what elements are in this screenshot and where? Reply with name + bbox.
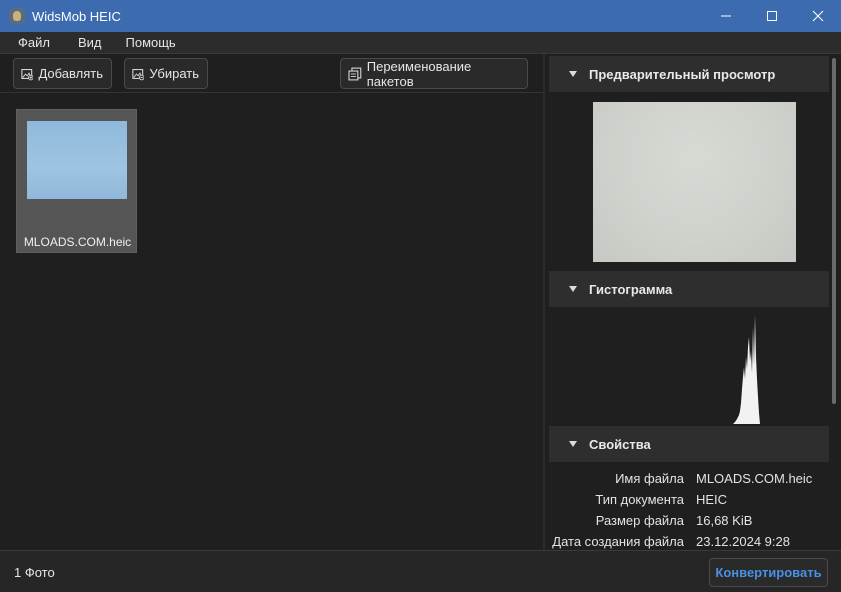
photo-count: 1 Фото xyxy=(14,565,55,580)
preview-image xyxy=(593,102,796,262)
inspector-pane: Предварительный просмотр Гистограмма Сво… xyxy=(545,54,841,550)
add-image-icon xyxy=(21,68,34,80)
property-value: HEIC xyxy=(696,492,728,507)
status-bar: 1 Фото Конвертировать xyxy=(0,550,841,592)
maximize-button[interactable] xyxy=(749,0,795,32)
menu-view[interactable]: Вид xyxy=(66,35,114,50)
thumbnail-image xyxy=(27,121,127,199)
properties-section-title: Свойства xyxy=(589,436,651,452)
app-logo-icon xyxy=(9,8,25,24)
property-key: Размер файла xyxy=(595,513,684,528)
property-value: MLOADS.COM.heic xyxy=(696,471,813,486)
thumbnail-filename: MLOADS.COM.heic xyxy=(23,235,132,249)
minimize-icon xyxy=(721,15,731,17)
window-controls xyxy=(703,0,841,32)
toolbar: Добавлять Убирать Переименование пакетов xyxy=(0,54,543,93)
title-bar: WidsMob HEIC xyxy=(0,0,841,32)
thumbnail-item[interactable]: MLOADS.COM.heic xyxy=(16,109,137,253)
property-row: Дата создания файла 23.12.2024 9:28 xyxy=(549,531,831,552)
preview-section-header[interactable]: Предварительный просмотр xyxy=(549,56,829,92)
maximize-icon xyxy=(767,11,777,21)
remove-button-label: Убирать xyxy=(149,66,199,81)
menu-help[interactable]: Помощь xyxy=(114,35,188,50)
batch-rename-button[interactable]: Переименование пакетов xyxy=(340,58,528,89)
remove-image-icon xyxy=(132,68,145,80)
inspector-scrollbar-thumb[interactable] xyxy=(832,58,836,404)
gallery-pane: Добавлять Убирать Переименование пакетов… xyxy=(0,54,543,550)
collapse-triangle-icon xyxy=(569,71,577,77)
histogram-section-header[interactable]: Гистограмма xyxy=(549,271,829,307)
menu-bar: Файл Вид Помощь xyxy=(0,32,841,54)
add-button-label: Добавлять xyxy=(38,66,103,81)
property-value: 23.12.2024 9:28 xyxy=(696,534,790,549)
property-row: Имя файла MLOADS.COM.heic xyxy=(549,468,831,489)
batch-rename-label: Переименование пакетов xyxy=(366,58,472,89)
menu-file[interactable]: Файл xyxy=(0,35,66,50)
preview-section-title: Предварительный просмотр xyxy=(589,66,776,82)
property-key: Тип документа xyxy=(595,492,684,507)
property-row: Размер файла 16,68 KiB xyxy=(549,510,831,531)
histogram-section-title: Гистограмма xyxy=(589,281,673,297)
property-key: Имя файла xyxy=(615,471,684,486)
close-button[interactable] xyxy=(795,0,841,32)
collapse-triangle-icon xyxy=(569,441,577,447)
copy-files-icon xyxy=(348,67,362,80)
collapse-triangle-icon xyxy=(569,286,577,292)
minimize-button[interactable] xyxy=(703,0,749,32)
property-row: Тип документа HEIC xyxy=(549,489,831,510)
histogram-graph xyxy=(733,315,760,424)
close-icon xyxy=(812,10,824,22)
convert-button[interactable]: Конвертировать xyxy=(709,558,828,587)
window-title: WidsMob HEIC xyxy=(32,8,121,24)
remove-button[interactable]: Убирать xyxy=(124,58,208,89)
properties-table: Имя файла MLOADS.COM.heic Тип документа … xyxy=(549,468,831,552)
property-key: Дата создания файла xyxy=(552,534,684,549)
property-value: 16,68 KiB xyxy=(696,513,753,528)
properties-section-header[interactable]: Свойства xyxy=(549,426,829,462)
add-button[interactable]: Добавлять xyxy=(13,58,112,89)
